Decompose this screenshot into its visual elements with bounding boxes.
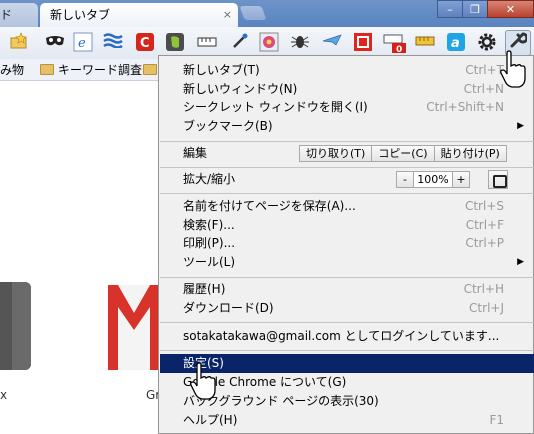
ruler-icon[interactable] (196, 32, 218, 54)
menu-item-signin[interactable]: sotakatakawa@gmail.com としてログインしています... (160, 327, 534, 346)
menu-item-tools[interactable]: ツール(L) ▶ (160, 253, 534, 272)
menu-item-help[interactable]: ヘルプ(H) F1 (160, 411, 534, 430)
menu-item-save-page[interactable]: 名前を付けてページを保存(A)... Ctrl+S (160, 197, 534, 216)
menu-shortcut: Ctrl+P (465, 236, 504, 250)
plane-icon[interactable] (321, 32, 343, 54)
menu-item-incognito[interactable]: シークレット ウィンドウを開く(I) Ctrl+Shift+N (160, 98, 534, 117)
tab-close-icon[interactable]: × (223, 3, 232, 27)
edit-button-group: 切り取り(T) コピー(C) 貼り付け(P) (299, 145, 507, 162)
mask-icon[interactable] (44, 32, 66, 54)
menu-label: ブックマーク(B) (183, 119, 273, 133)
ie-icon[interactable]: e (72, 32, 94, 54)
tab-new-tab[interactable]: 新しいタブ × (40, 3, 238, 27)
menu-separator (160, 167, 534, 168)
c-red-icon[interactable]: C (134, 32, 156, 54)
paste-button[interactable]: 貼り付け(P) (433, 145, 507, 162)
maximize-button[interactable]: ❐ (462, 0, 488, 18)
menu-shortcut: Ctrl+H (463, 282, 504, 296)
gmail-app-tile[interactable] (108, 285, 160, 370)
menu-item-downloads[interactable]: ダウンロード(D) Ctrl+J (160, 299, 534, 318)
app-tile-label: x (0, 388, 8, 402)
menu-label: ツール(L) (183, 255, 236, 269)
menu-shortcut: Ctrl+J (469, 301, 504, 315)
folder-icon (143, 64, 157, 75)
menu-separator (160, 277, 534, 278)
bookmark-folder[interactable]: キーワード調査 (40, 59, 142, 81)
menu-separator (160, 322, 534, 323)
zoom-controls: - 100% + (396, 171, 470, 188)
toolbar-badge-count: 0 (396, 45, 402, 54)
tab-title: 新しいタブ (50, 8, 111, 22)
eyedropper-icon[interactable] (229, 32, 251, 54)
menu-label: 編集 (183, 146, 208, 160)
waves-icon[interactable] (102, 32, 124, 54)
menu-label: 名前を付けてページを保存(A)... (183, 199, 356, 213)
hand-cursor-icon (500, 50, 526, 88)
gear-icon[interactable] (476, 32, 498, 54)
bookmark-label: キーワード調査 (58, 63, 143, 77)
svg-text:a: a (451, 36, 460, 51)
menu-item-new-tab[interactable]: 新しいタブ(T) Ctrl+T (160, 61, 534, 80)
menu-shortcut: Ctrl+F (465, 218, 504, 232)
menu-label: 印刷(P)... (183, 236, 236, 250)
bookmark-label: 読み物 (0, 63, 25, 77)
menu-item-history[interactable]: 履歴(H) Ctrl+H (160, 280, 534, 299)
menu-shortcut: Ctrl+S (464, 199, 504, 213)
gmail-icon (108, 285, 160, 370)
close-window-button[interactable]: ✕ (487, 0, 534, 18)
zoom-out-button[interactable]: - (396, 171, 414, 188)
menu-separator (160, 350, 534, 351)
menu-separator (160, 193, 534, 194)
fullscreen-button[interactable] (488, 170, 508, 189)
menu-item-find[interactable]: 検索(F)... Ctrl+F (160, 216, 534, 235)
menu-label: ヘルプ(H) (183, 413, 238, 427)
menu-item-bookmarks[interactable]: ブックマーク(B) ▶ (160, 117, 534, 136)
folder-icon (40, 64, 54, 75)
menu-label: 新しいウィンドウ(N) (183, 82, 298, 96)
gear-flower-icon[interactable] (258, 32, 280, 54)
wrench-icon (510, 32, 529, 48)
a-blue-icon[interactable]: a (445, 32, 467, 54)
menu-label: 拡大/縮小 (183, 172, 236, 186)
menu-separator (160, 141, 534, 142)
menu-label: sotakatakawa@gmail.com としてログインしています... (183, 329, 500, 343)
copy-button[interactable]: コピー(C) (371, 145, 435, 162)
svg-text:e: e (78, 36, 86, 51)
menu-shortcut: F1 (489, 413, 504, 427)
bug-icon[interactable] (289, 32, 311, 54)
bookmark-folder[interactable]: 読み物 (0, 59, 24, 81)
menu-label: シークレット ウィンドウを開く(I) (183, 100, 368, 114)
tab-strip: ド 新しいタブ × – ❐ ✕ (0, 0, 534, 27)
tab-previous[interactable]: ド (0, 3, 38, 27)
tab-title: ド (0, 8, 13, 22)
menu-label: ダウンロード(D) (183, 301, 274, 315)
hand-cursor-icon (190, 362, 216, 400)
app-tile[interactable] (0, 282, 31, 370)
stop-square-icon[interactable] (352, 32, 374, 54)
star-folder-icon[interactable] (8, 32, 30, 54)
menu-item-print[interactable]: 印刷(P)... Ctrl+P (160, 234, 534, 253)
menu-item-zoom: 拡大/縮小 - 100% + (160, 170, 534, 189)
submenu-arrow-icon: ▶ (517, 257, 524, 267)
new-tab-button[interactable] (239, 6, 267, 20)
menu-label: 新しいタブ(T) (183, 63, 260, 77)
menu-label: 検索(F)... (183, 218, 235, 232)
cut-button[interactable]: 切り取り(T) (299, 145, 373, 162)
menu-label: 履歴(H) (183, 282, 226, 296)
counter-badge-icon[interactable]: 0 (382, 32, 408, 55)
ruler-yellow-icon[interactable] (414, 32, 436, 54)
svg-text:C: C (140, 36, 150, 51)
evernote-icon[interactable] (164, 32, 186, 54)
minimize-button[interactable]: – (437, 0, 463, 18)
menu-item-edit: 編集 切り取り(T) コピー(C) 貼り付け(P) (160, 144, 534, 163)
zoom-level: 100% (413, 171, 453, 188)
submenu-arrow-icon: ▶ (517, 121, 524, 131)
menu-item-new-window[interactable]: 新しいウィンドウ(N) Ctrl+N (160, 80, 534, 99)
menu-shortcut: Ctrl+Shift+N (426, 100, 504, 114)
zoom-in-button[interactable]: + (452, 171, 470, 188)
